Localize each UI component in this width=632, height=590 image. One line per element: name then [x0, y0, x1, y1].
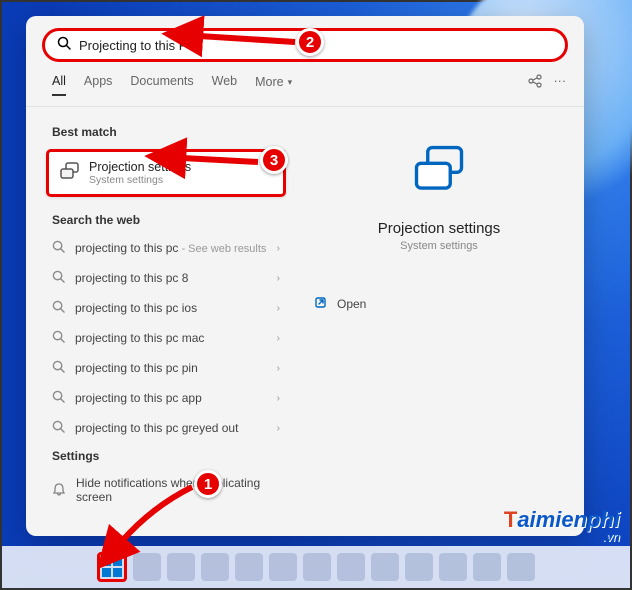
- tab-more-label: More: [255, 75, 283, 89]
- settings-heading: Settings: [38, 443, 294, 469]
- search-icon: [52, 300, 65, 316]
- projection-icon: [59, 161, 79, 186]
- chevron-right-icon: ›: [277, 333, 280, 344]
- web-result-text: projecting to this pc ios: [75, 301, 197, 315]
- search-icon: [52, 330, 65, 346]
- web-result[interactable]: projecting to this pc mac ›: [38, 323, 294, 353]
- taskbar-app3-icon[interactable]: [473, 553, 501, 581]
- open-icon: [314, 296, 327, 312]
- tab-web[interactable]: Web: [212, 74, 237, 96]
- web-result-text: projecting to this pc app: [75, 391, 202, 405]
- search-icon: [52, 270, 65, 286]
- web-result[interactable]: projecting to this pc app ›: [38, 383, 294, 413]
- web-result[interactable]: projecting to this pc greyed out ›: [38, 413, 294, 443]
- annotation-badge-2: 2: [296, 28, 324, 56]
- taskbar: [2, 546, 630, 588]
- search-icon: [52, 360, 65, 376]
- open-label: Open: [337, 297, 366, 311]
- taskbar-app-icon[interactable]: [371, 553, 399, 581]
- tab-documents[interactable]: Documents: [130, 74, 193, 96]
- filter-tabs: All Apps Documents Web More ▾ ···: [26, 70, 584, 107]
- chevron-right-icon: ›: [277, 303, 280, 314]
- web-result[interactable]: projecting to this pc 8 ›: [38, 263, 294, 293]
- chevron-right-icon: ›: [277, 243, 280, 254]
- web-result[interactable]: projecting to this pc pin ›: [38, 353, 294, 383]
- taskbar-explorer-icon[interactable]: [269, 553, 297, 581]
- web-result-text: projecting to this pc pin: [75, 361, 198, 375]
- share-icon[interactable]: [528, 74, 542, 91]
- search-icon: [57, 36, 71, 55]
- search-icon: [52, 240, 65, 256]
- taskbar-chrome-icon[interactable]: [405, 553, 433, 581]
- chevron-right-icon: ›: [277, 393, 280, 404]
- annotation-badge-3: 3: [260, 146, 288, 174]
- preview-pane: Projection settings System settings Open: [294, 107, 584, 536]
- open-action[interactable]: Open: [310, 296, 366, 312]
- taskbar-store-icon[interactable]: [337, 553, 365, 581]
- search-query-text: Projecting to this PC: [79, 38, 197, 53]
- search-panel: Projecting to this PC All Apps Documents…: [26, 16, 584, 536]
- taskbar-edge-icon[interactable]: [303, 553, 331, 581]
- tab-all[interactable]: All: [52, 74, 66, 96]
- taskbar-app4-icon[interactable]: [507, 553, 535, 581]
- search-icon: [52, 390, 65, 406]
- chevron-right-icon: ›: [277, 273, 280, 284]
- projection-icon-large: [412, 143, 466, 202]
- tab-apps[interactable]: Apps: [84, 74, 113, 96]
- preview-title: Projection settings: [378, 220, 501, 237]
- web-result-text: projecting to this pc - See web results: [75, 241, 266, 255]
- chevron-right-icon: ›: [277, 423, 280, 434]
- web-result-text: projecting to this pc mac: [75, 331, 204, 345]
- chevron-down-icon: ▾: [288, 77, 293, 88]
- web-result-text: projecting to this pc 8: [75, 271, 188, 285]
- bell-icon: [52, 482, 66, 499]
- tab-more[interactable]: More ▾: [255, 74, 292, 96]
- web-result[interactable]: projecting to this pc ios ›: [38, 293, 294, 323]
- web-result[interactable]: projecting to this pc - See web results ›: [38, 233, 294, 263]
- annotation-badge-1: 1: [194, 470, 222, 498]
- chevron-right-icon: ›: [277, 363, 280, 374]
- watermark: TTaimienphiaimienphi .vn: [504, 507, 620, 544]
- taskbar-chat-icon[interactable]: [235, 553, 263, 581]
- preview-subtitle: System settings: [400, 240, 478, 252]
- web-result-text: projecting to this pc greyed out: [75, 421, 238, 435]
- search-web-heading: Search the web: [38, 207, 294, 233]
- taskbar-app2-icon[interactable]: [439, 553, 467, 581]
- search-icon: [52, 420, 65, 436]
- more-options-icon[interactable]: ···: [554, 74, 567, 91]
